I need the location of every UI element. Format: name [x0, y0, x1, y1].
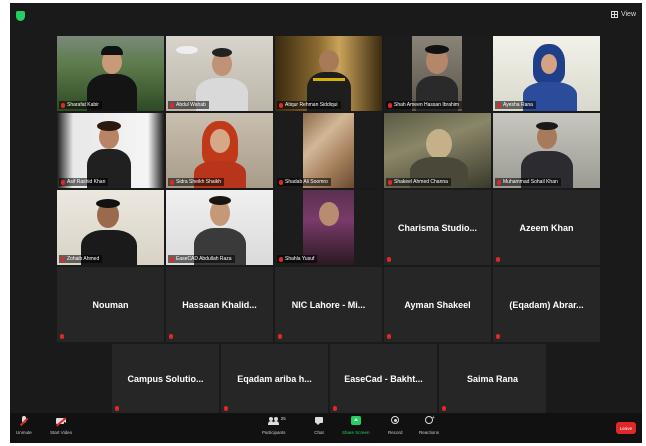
mic-muted-icon — [61, 256, 65, 262]
participant-name: Ayman Shakeel — [404, 299, 471, 310]
reactions-button[interactable]: + Reactions — [419, 415, 439, 435]
participant-tile[interactable]: Ayman Shakeel — [384, 267, 491, 342]
unmute-button[interactable]: Unmute — [16, 416, 32, 435]
participant-tile[interactable]: Muhammad Sohail Khan — [493, 113, 600, 188]
participant-tile[interactable]: EaseCad - Bakht... — [330, 344, 437, 414]
participant-tile[interactable]: Asif Rashid Khan — [57, 113, 164, 188]
participant-name: (Eqadam) Abrar... — [509, 299, 584, 310]
grid-icon — [610, 11, 618, 18]
participant-name-tag: Abdul Wahab — [168, 101, 209, 109]
participant-tile[interactable]: Shadab Ali Soomro — [275, 113, 382, 188]
record-button[interactable]: Record — [388, 416, 403, 435]
participant-tile-active-speaker[interactable]: Ayesha Rana — [493, 36, 600, 111]
mic-muted-icon — [169, 334, 173, 339]
participant-tile[interactable]: (Eqadam) Abrar... — [493, 267, 600, 342]
mic-muted-icon — [61, 102, 65, 108]
participant-tile[interactable]: Shahla Yusuf — [275, 190, 382, 265]
participant-name-tag: Atiqur Rehman Siddiqui — [277, 101, 341, 109]
participant-tile[interactable]: NIC Lahore - Mi... — [275, 267, 382, 342]
participant-tile[interactable]: Shakeel Ahmed Channa — [384, 113, 491, 188]
participant-tile[interactable]: Eqadam ariba h... — [221, 344, 328, 414]
participant-name: Azeem Khan — [519, 222, 574, 233]
participant-name: Nouman — [92, 299, 129, 310]
view-button[interactable]: View — [610, 11, 636, 18]
share-screen-icon — [350, 416, 362, 427]
participant-name-tag: Shakeel Ahmed Channa — [386, 178, 451, 186]
participant-tile[interactable]: Campus Solutio... — [112, 344, 219, 414]
zoom-meeting-window: View Sharafat Kabir Abdul Wahab Atiqur R… — [10, 3, 642, 443]
participant-tile[interactable]: Hassaan Khalid... — [166, 267, 273, 342]
participant-name: Saima Rana — [466, 374, 519, 384]
participant-name-tag: Zohaib Ahmed — [59, 255, 103, 263]
participant-tile[interactable]: Saima Rana — [439, 344, 546, 414]
participant-name-tag: EaseCAD Abdullah Raza — [168, 255, 235, 263]
participant-tile[interactable]: Atiqur Rehman Siddiqui — [275, 36, 382, 111]
participant-tile[interactable]: Charisma Studio... — [384, 190, 491, 265]
participant-name-tag: Shadab Ali Soomro — [277, 178, 331, 186]
meeting-toolbar: Unmute Start Video 25 Participants Chat … — [10, 413, 642, 443]
participant-tile[interactable]: Abdul Wahab — [166, 36, 273, 111]
mic-muted-icon — [333, 406, 337, 411]
participant-tile[interactable]: Azeem Khan — [493, 190, 600, 265]
share-screen-button[interactable]: Share Screen — [342, 416, 370, 435]
chat-button[interactable]: Chat — [313, 416, 325, 435]
smiley-icon: + — [423, 415, 435, 427]
participant-tile[interactable]: Shah Ameen Hassan Ibrahim — [384, 36, 491, 111]
mic-muted-icon — [170, 102, 174, 108]
start-video-button[interactable]: Start Video — [50, 416, 72, 435]
participant-name: Campus Solutio... — [127, 374, 204, 384]
mic-muted-icon — [279, 179, 283, 185]
mic-muted-icon — [224, 406, 228, 411]
participant-tile[interactable]: Zohaib Ahmed — [57, 190, 164, 265]
record-icon — [389, 416, 401, 427]
participant-name: Eqadam ariba h... — [237, 374, 312, 384]
mic-muted-icon — [279, 102, 283, 108]
participant-name-tag: Sharafat Kabir — [59, 101, 102, 109]
participant-tile[interactable]: Sidra Sheikh Shaikh — [166, 113, 273, 188]
mic-muted-icon — [170, 179, 174, 185]
participant-tile[interactable]: Sharafat Kabir — [57, 36, 164, 111]
mic-muted-icon — [496, 334, 500, 339]
encryption-shield-icon[interactable] — [16, 11, 25, 21]
participants-button[interactable]: 25 Participants — [262, 416, 286, 435]
mic-muted-icon — [60, 334, 64, 339]
participant-name-tag: Shah Ameen Hassan Ibrahim — [386, 101, 463, 109]
mic-muted-icon — [388, 102, 392, 108]
participant-name-tag: Sidra Sheikh Shaikh — [168, 178, 225, 186]
participant-name-tag: Shahla Yusuf — [277, 255, 318, 263]
mic-muted-icon — [115, 406, 119, 411]
mic-muted-icon — [497, 179, 501, 185]
participant-name-tag: Muhammad Sohail Khan — [495, 178, 561, 186]
mic-muted-icon — [442, 406, 446, 411]
mic-muted-icon — [278, 334, 282, 339]
view-label: View — [620, 11, 636, 18]
participant-name-tag: Ayesha Rana — [495, 101, 536, 109]
mic-muted-icon — [61, 179, 65, 185]
mic-muted-icon — [496, 257, 500, 262]
mic-muted-icon — [279, 256, 283, 262]
mic-muted-icon — [388, 179, 392, 185]
mic-muted-icon — [387, 257, 391, 262]
leave-button[interactable]: Leave — [616, 422, 636, 434]
participant-tile[interactable]: Nouman — [57, 267, 164, 342]
participants-count: 25 — [280, 416, 286, 421]
participant-tile[interactable]: EaseCAD Abdullah Raza — [166, 190, 273, 265]
participant-name-tag: Asif Rashid Khan — [59, 178, 109, 186]
people-icon: 25 — [267, 416, 286, 427]
top-bar: View — [10, 3, 642, 31]
participant-name: EaseCad - Bakht... — [344, 374, 423, 384]
camera-off-icon — [55, 416, 67, 427]
mic-muted-icon — [387, 334, 391, 339]
chat-bubble-icon — [313, 416, 325, 427]
participant-name: Hassaan Khalid... — [182, 299, 257, 310]
mic-muted-icon — [497, 102, 501, 108]
participant-name: Charisma Studio... — [397, 222, 477, 233]
participant-name: NIC Lahore - Mi... — [291, 299, 366, 310]
mic-muted-icon — [170, 256, 174, 262]
microphone-muted-icon — [18, 416, 30, 427]
